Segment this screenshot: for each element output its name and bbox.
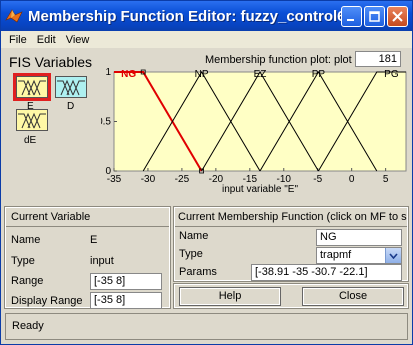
button-row: Help Close [173,283,409,309]
help-button[interactable]: Help [179,287,281,306]
variable-type-label: Type [11,255,35,267]
range-label: Range [11,275,44,287]
mf-type-select[interactable]: trapmf [316,247,402,264]
fis-variable-de[interactable] [16,109,48,131]
plot-area [113,71,407,172]
mf-name-input[interactable]: NG [316,229,402,246]
maximize-button[interactable] [364,6,385,27]
display-range-input[interactable]: [-35 8] [90,292,162,309]
membership-function-chart[interactable]: -35-30-25-20-15-10-50500.51input variabl… [101,67,407,199]
close-window-button[interactable] [387,6,408,27]
x-tick-label: -5 [313,174,322,185]
mf-label-pp: PP [312,69,326,80]
x-tick-label: -25 [175,174,190,185]
fis-variable-d-label: D [67,101,75,112]
x-tick-label: 5 [383,174,389,185]
variable-type-value: input [90,255,114,267]
y-tick-label: 1 [105,67,111,78]
maximize-icon [369,11,380,22]
mf-label-np: NP [195,69,209,80]
mf-label-ez: EZ [254,69,267,80]
mf-type-label: Type [179,248,203,260]
current-mf-panel: Current Membership Function (click on MF… [173,206,409,282]
current-mf-header: Current Membership Function (click on MF… [175,208,407,227]
mf-type-value: trapmf [320,249,352,261]
window-title: Membership Function Editor: fuzzy_contro… [28,7,346,25]
fis-variable-de-label: dE [24,135,37,146]
close-button[interactable]: Close [302,287,404,306]
y-tick-label: 0.5 [101,117,111,128]
range-input[interactable]: [-35 8] [90,273,162,290]
chevron-down-icon[interactable] [385,248,401,263]
mf-shape-icon [57,79,85,96]
mf-name-label: Name [179,230,209,242]
menu-edit[interactable]: Edit [32,34,61,46]
mf-shape-icon [18,79,46,96]
menu-bar: File Edit View [1,31,412,48]
fis-variable-d[interactable] [55,76,87,98]
x-axis-label: input variable "E" [222,184,298,195]
mf-plot-label: Membership function plot: [205,54,331,66]
title-bar[interactable]: Membership Function Editor: fuzzy_contro… [1,1,412,31]
minimize-icon [347,19,354,21]
matlab-logo-icon [5,7,23,25]
mf-editor-window: Membership Function Editor: fuzzy_contro… [0,0,413,345]
fis-variable-e[interactable] [13,73,51,101]
mf-label-ng: NG [121,69,136,80]
close-icon [392,11,403,22]
plot-points-label: plot [334,54,352,66]
menu-file[interactable]: File [4,34,32,46]
variable-name-value: E [90,234,98,246]
mf-shape-icon [18,112,46,129]
y-tick-label: 0 [105,166,111,177]
mf-label-pg: PG [384,69,399,80]
x-tick-label: 0 [349,174,355,185]
variable-name-label: Name [11,234,41,246]
x-tick-label: -30 [141,174,156,185]
current-variable-header: Current Variable [6,208,169,227]
current-variable-panel: Current Variable Name E Type input Range… [4,206,171,309]
status-bar: Ready [5,313,408,340]
plot-points-input[interactable]: 181 [355,51,401,67]
mf-params-label: Params [179,266,217,278]
fis-variables-label: FIS Variables [9,54,92,70]
mf-params-input[interactable]: [-38.91 -35 -30.7 -22.1] [251,264,402,281]
minimize-button[interactable] [341,6,362,27]
menu-view[interactable]: View [61,34,95,46]
display-range-label: Display Range [11,295,83,307]
